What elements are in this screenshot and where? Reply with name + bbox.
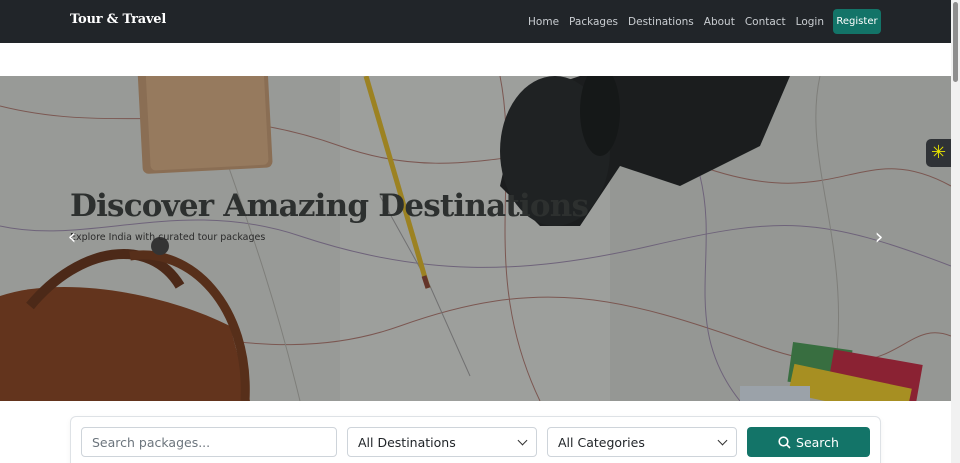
hero-title: Discover Amazing Destinations <box>70 188 589 224</box>
brand-logo[interactable]: Tour & Travel <box>70 12 166 27</box>
page-scrollbar[interactable] <box>951 0 960 463</box>
category-select-value: All Categories <box>558 434 645 450</box>
search-button-label: Search <box>796 434 839 450</box>
nav-link-packages[interactable]: Packages <box>569 16 618 28</box>
destination-select-value: All Destinations <box>358 434 456 450</box>
register-button[interactable]: Register <box>833 9 881 34</box>
chevron-left-icon[interactable]: ‹ <box>62 226 82 250</box>
navbar: Tour & Travel Home Packages Destinations… <box>0 0 951 43</box>
nav-link-about[interactable]: About <box>704 16 735 28</box>
category-select[interactable]: All Categories <box>547 427 737 457</box>
chevron-down-icon <box>517 435 528 446</box>
accessibility-widget-button[interactable]: ✳ <box>926 139 951 167</box>
chevron-down-icon <box>717 435 728 446</box>
nav-link-home[interactable]: Home <box>528 16 559 28</box>
destination-select[interactable]: All Destinations <box>347 427 537 457</box>
nav-link-contact[interactable]: Contact <box>745 16 786 28</box>
search-button[interactable]: Search <box>747 427 870 457</box>
hero-subtitle: Explore India with curated tour packages <box>70 232 266 243</box>
chevron-right-icon[interactable]: › <box>869 226 889 250</box>
scrollbar-thumb[interactable] <box>953 2 958 82</box>
nav-link-destinations[interactable]: Destinations <box>628 16 694 28</box>
search-input[interactable] <box>81 427 337 457</box>
search-icon <box>778 435 791 449</box>
nav-links: Home Packages Destinations About Contact… <box>528 0 824 43</box>
asterisk-icon: ✳ <box>930 142 947 163</box>
nav-link-login[interactable]: Login <box>796 16 824 28</box>
hero-carousel: Discover Amazing Destinations Explore In… <box>0 76 951 401</box>
